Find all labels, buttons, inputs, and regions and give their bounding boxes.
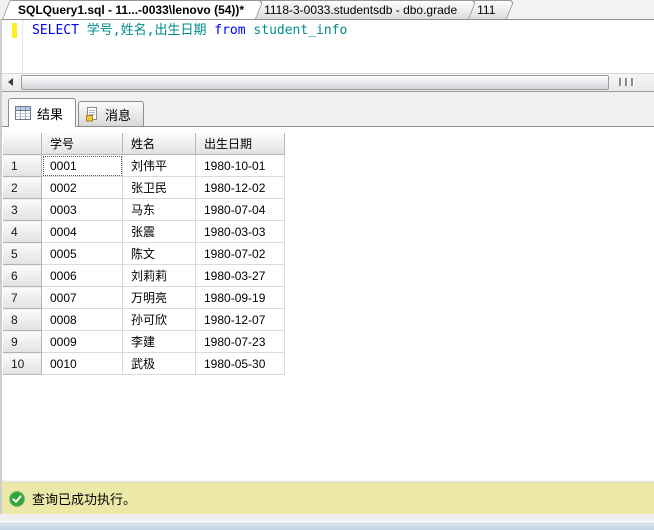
scrollbar-thumb[interactable] <box>21 75 609 90</box>
grid-cell[interactable]: 1980-07-04 <box>195 198 285 221</box>
grid-header-row: 学号 姓名 出生日期 <box>3 133 285 155</box>
grid-cell[interactable]: 陈文 <box>122 242 196 265</box>
grid-row: 3 0003 马东 1980-07-04 <box>3 198 285 221</box>
grid-row: 7 0007 万明亮 1980-09-19 <box>3 286 285 309</box>
grid-cell[interactable]: 1980-09-19 <box>195 286 285 309</box>
column-header-student-id[interactable]: 学号 <box>41 133 123 155</box>
document-tab-strip: SQLQuery1.sql - 11...-0033\lenovo (54))*… <box>2 0 654 19</box>
row-number-cell[interactable]: 2 <box>3 176 42 199</box>
grid-cell[interactable]: 武极 <box>122 352 196 375</box>
bottom-gap <box>0 514 654 521</box>
grid-cell[interactable]: 1980-03-03 <box>195 220 285 243</box>
row-number-cell[interactable]: 8 <box>3 308 42 331</box>
row-number-cell[interactable]: 5 <box>3 242 42 265</box>
status-message: 查询已成功执行。 <box>32 492 137 507</box>
results-grid-icon <box>15 106 31 120</box>
sql-keyword: from <box>214 23 246 38</box>
grid-cell[interactable]: 0003 <box>41 198 123 221</box>
grid-cell[interactable]: 0009 <box>41 330 123 353</box>
grid-cell[interactable]: 0005 <box>41 242 123 265</box>
messages-icon <box>86 106 98 121</box>
grid-cell[interactable]: 0007 <box>41 286 123 309</box>
ssms-window: SQLQuery1.sql - 11...-0033\lenovo (54))*… <box>0 0 654 530</box>
column-header-name[interactable]: 姓名 <box>122 133 196 155</box>
grid-row: 1 0001 刘伟平 1980-10-01 <box>3 154 285 177</box>
grid-cell[interactable]: 1980-07-02 <box>195 242 285 265</box>
grid-cell[interactable]: 李建 <box>122 330 196 353</box>
grid-cell[interactable]: 0008 <box>41 308 123 331</box>
grid-row: 4 0004 张震 1980-03-03 <box>3 220 285 243</box>
grid-row: 2 0002 张卫民 1980-12-02 <box>3 176 285 199</box>
bottom-window-strip <box>0 521 654 530</box>
row-number-cell[interactable]: 6 <box>3 264 42 287</box>
grid-cell[interactable]: 刘莉莉 <box>122 264 196 287</box>
change-tracking-bar <box>12 23 17 38</box>
editor-horizontal-scrollbar[interactable] <box>2 73 654 92</box>
grid-row: 9 0009 李建 1980-07-23 <box>3 330 285 353</box>
tab-messages[interactable]: 消息 <box>78 101 145 126</box>
grid-row: 6 0006 刘莉莉 1980-03-27 <box>3 264 285 287</box>
grid-cell[interactable]: 0004 <box>41 220 123 243</box>
tab-messages-label: 消息 <box>105 107 132 123</box>
splitter-grip-icon[interactable] <box>616 78 636 86</box>
grid-cell[interactable]: 万明亮 <box>122 286 196 309</box>
grid-cell[interactable]: 马东 <box>122 198 196 221</box>
row-number-cell[interactable]: 4 <box>3 220 42 243</box>
sql-keyword: SELECT <box>32 23 79 38</box>
row-number-cell[interactable]: 10 <box>3 352 42 375</box>
scroll-left-button[interactable] <box>2 74 19 89</box>
focused-grid-cell[interactable]: 0001 <box>41 154 123 177</box>
tab-results[interactable]: 结果 <box>8 98 77 127</box>
doc-tab-label: SQLQuery1.sql - 11...-0033\lenovo (54))* <box>18 2 245 17</box>
grid-cell[interactable]: 1980-12-07 <box>195 308 285 331</box>
query-line: SELECT 学号,姓名,出生日期 from student_info <box>32 22 347 40</box>
grid-row: 5 0005 陈文 1980-07-02 <box>3 242 285 265</box>
results-grid-pane: 学号 姓名 出生日期 1 0001 刘伟平 1980-10-01 2 0002 张卫民 198… <box>2 126 654 480</box>
editor-selection-margin <box>2 20 23 74</box>
status-bar: 查询已成功执行。 <box>2 482 654 514</box>
grid-cell[interactable]: 0010 <box>41 352 123 375</box>
success-check-icon <box>9 490 25 507</box>
results-tab-strip: 结果 消息 <box>2 97 654 127</box>
grid-cell[interactable]: 1980-10-01 <box>195 154 285 177</box>
grid-cell[interactable]: 刘伟平 <box>122 154 196 177</box>
doc-tab-label: 111 <box>477 2 496 17</box>
sql-identifier: student_info <box>245 23 348 38</box>
doc-tab-studentsdb-grade[interactable]: 1118-3-0033.studentsdb - dbo.grade <box>248 0 469 19</box>
column-header-birthdate[interactable]: 出生日期 <box>195 133 285 155</box>
doc-tab-sqlquery1[interactable]: SQLQuery1.sql - 11...-0033\lenovo (54))* <box>2 0 256 19</box>
row-number-cell[interactable]: 7 <box>3 286 42 309</box>
results-grid: 学号 姓名 出生日期 1 0001 刘伟平 1980-10-01 2 0002 张卫民 198… <box>3 133 285 375</box>
sql-identifier: 学号,姓名,出生日期 <box>78 23 215 38</box>
sql-editor[interactable]: SELECT 学号,姓名,出生日期 from student_info <box>2 19 654 74</box>
grid-cell[interactable]: 0006 <box>41 264 123 287</box>
grid-cell[interactable]: 0002 <box>41 176 123 199</box>
grid-cell[interactable]: 孙可欣 <box>122 308 196 331</box>
grid-row: 10 0010 武极 1980-05-30 <box>3 352 285 375</box>
grid-cell[interactable]: 1980-03-27 <box>195 264 285 287</box>
grid-cell[interactable]: 张卫民 <box>122 176 196 199</box>
grid-cell[interactable]: 1980-05-30 <box>195 352 285 375</box>
grid-corner-cell[interactable] <box>3 133 42 155</box>
row-number-cell[interactable]: 3 <box>3 198 42 221</box>
row-number-cell[interactable]: 1 <box>3 154 42 177</box>
grid-cell[interactable]: 1980-07-23 <box>195 330 285 353</box>
grid-cell[interactable]: 张震 <box>122 220 196 243</box>
tab-results-label: 结果 <box>37 106 64 122</box>
scroll-left-arrow-icon <box>8 77 13 86</box>
grid-row: 8 0008 孙可欣 1980-12-07 <box>3 308 285 331</box>
grid-cell[interactable]: 1980-12-02 <box>195 176 285 199</box>
doc-tab-label: 1118-3-0033.studentsdb - dbo.grade <box>264 2 458 17</box>
row-number-cell[interactable]: 9 <box>3 330 42 353</box>
